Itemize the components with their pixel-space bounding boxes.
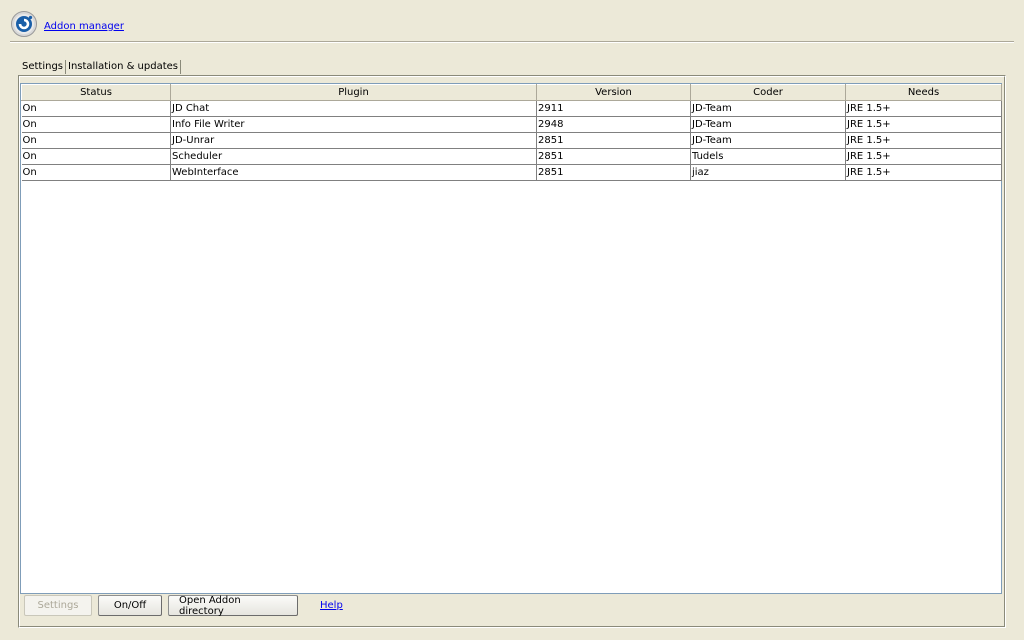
column-header-status[interactable]: Status (21, 84, 171, 101)
settings-button: Settings (24, 595, 92, 616)
cell-plugin: Info File Writer (170, 116, 537, 133)
column-header-plugin[interactable]: Plugin (170, 84, 537, 101)
cell-needs: JRE 1.5+ (845, 116, 1002, 133)
cell-needs: JRE 1.5+ (845, 100, 1002, 117)
table-row[interactable]: On JD-Unrar 2851 JD-Team JRE 1.5+ (21, 132, 1002, 149)
column-header-version[interactable]: Version (536, 84, 691, 101)
cell-coder: JD-Team (690, 100, 846, 117)
on-off-button[interactable]: On/Off (98, 595, 162, 616)
table-row[interactable]: On Info File Writer 2948 JD-Team JRE 1.5… (21, 116, 1002, 133)
addon-table-scrollpane[interactable]: Status Plugin Version Coder Needs On JD … (20, 83, 1002, 594)
cell-version: 2851 (536, 164, 691, 181)
cell-status[interactable]: On (21, 148, 171, 165)
addon-manager-link[interactable]: Addon manager (44, 21, 124, 32)
cell-plugin: JD Chat (170, 100, 537, 117)
jdownloader-logo-icon (10, 10, 38, 38)
help-link[interactable]: Help (320, 600, 343, 611)
open-addon-directory-button[interactable]: Open Addon directory (168, 595, 298, 617)
cell-needs: JRE 1.5+ (845, 164, 1002, 181)
cell-coder: Tudels (690, 148, 846, 165)
cell-status[interactable]: On (21, 116, 171, 133)
tab-installation-updates[interactable]: Installation & updates (66, 60, 182, 74)
cell-needs: JRE 1.5+ (845, 132, 1002, 149)
cell-coder: jiaz (690, 164, 846, 181)
button-bar: Settings On/Off Open Addon directory Hel… (24, 595, 343, 617)
cell-status[interactable]: On (21, 132, 171, 149)
column-header-needs[interactable]: Needs (845, 84, 1002, 101)
cell-plugin: Scheduler (170, 148, 537, 165)
cell-plugin: WebInterface (170, 164, 537, 181)
header: Addon manager (10, 8, 124, 40)
cell-version: 2911 (536, 100, 691, 117)
cell-status[interactable]: On (21, 164, 171, 181)
table-header-row: Status Plugin Version Coder Needs (21, 84, 1002, 101)
table-row[interactable]: On Scheduler 2851 Tudels JRE 1.5+ (21, 148, 1002, 165)
table-row[interactable]: On WebInterface 2851 jiaz JRE 1.5+ (21, 164, 1002, 181)
column-header-coder[interactable]: Coder (690, 84, 846, 101)
cell-status[interactable]: On (21, 100, 171, 117)
cell-version: 2948 (536, 116, 691, 133)
tab-settings[interactable]: Settings (20, 60, 67, 74)
cell-coder: JD-Team (690, 116, 846, 133)
tab-bar: Settings Installation & updates (20, 59, 182, 75)
addon-table: Status Plugin Version Coder Needs On JD … (21, 84, 1002, 181)
header-divider (10, 41, 1014, 43)
cell-needs: JRE 1.5+ (845, 148, 1002, 165)
table-row[interactable]: On JD Chat 2911 JD-Team JRE 1.5+ (21, 100, 1002, 117)
cell-version: 2851 (536, 132, 691, 149)
cell-plugin: JD-Unrar (170, 132, 537, 149)
cell-version: 2851 (536, 148, 691, 165)
cell-coder: JD-Team (690, 132, 846, 149)
